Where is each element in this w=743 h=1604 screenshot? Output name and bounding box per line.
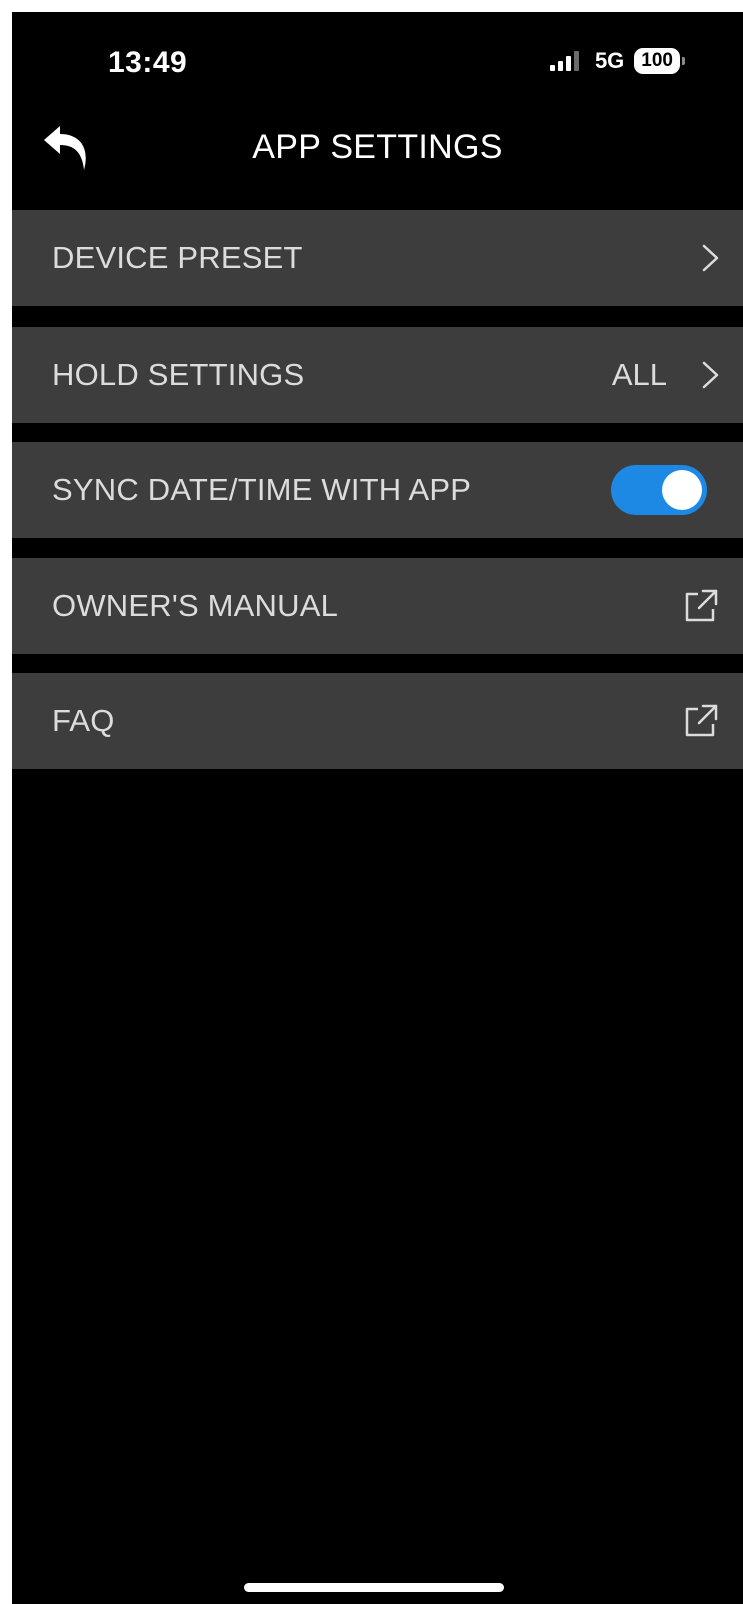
chevron-right-icon [702,244,719,272]
sync-datetime-toggle[interactable] [611,465,707,515]
owners-manual-row[interactable]: OWNER'S MANUAL [12,558,743,654]
owners-manual-label: OWNER'S MANUAL [52,588,339,623]
hold-settings-value: ALL [611,357,667,392]
page-title: APP SETTINGS [252,128,503,166]
external-link-icon [685,704,718,737]
battery-icon: 100 [634,48,685,74]
hold-settings-row[interactable]: HOLD SETTINGS ALL [12,327,743,423]
sync-datetime-row: SYNC DATE/TIME WITH APP [12,442,743,538]
hold-settings-label: HOLD SETTINGS [52,357,305,392]
status-indicators: 5G 100 [549,48,685,74]
status-time: 13:49 [108,46,188,79]
chevron-right-icon [702,361,719,389]
home-indicator[interactable] [244,1583,504,1592]
device-preset-row[interactable]: DEVICE PRESET [12,210,743,306]
faq-label: FAQ [52,703,115,738]
toggle-knob [662,470,702,510]
cellular-signal-icon [549,51,579,71]
external-link-icon [685,589,718,622]
network-type: 5G [594,48,625,73]
device-preset-label: DEVICE PRESET [52,240,303,275]
sync-datetime-label: SYNC DATE/TIME WITH APP [52,472,472,507]
app-screen: 13:49 5G 100 APP SETTINGS DEVICE PRESET … [12,12,743,1604]
battery-level: 100 [634,48,680,74]
faq-row[interactable]: FAQ [12,673,743,769]
